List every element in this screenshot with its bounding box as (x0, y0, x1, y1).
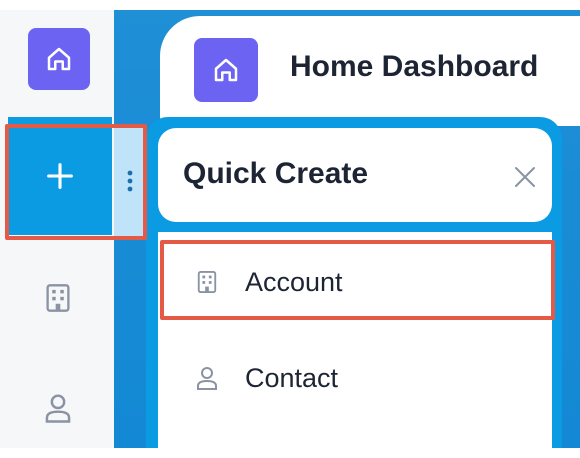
close-icon (515, 167, 535, 187)
dashboard-home-button[interactable] (194, 38, 258, 102)
home-icon (47, 47, 71, 71)
quick-create-item-label: Account (245, 266, 343, 297)
quick-create-item-contact[interactable]: Contact (158, 330, 552, 426)
plus-icon (47, 163, 73, 189)
more-vertical-icon (127, 170, 133, 192)
building-icon (192, 267, 222, 297)
rail-home-button[interactable] (28, 28, 90, 90)
quick-create-item-label: Contact (245, 362, 339, 393)
page-title: Home Dashboard (290, 50, 539, 83)
rail-quick-create-button[interactable] (8, 117, 112, 235)
person-icon (192, 363, 222, 393)
quick-create-item-account[interactable]: Account (158, 234, 552, 330)
building-icon (46, 284, 70, 312)
quick-create-title: Quick Create (183, 157, 369, 190)
rail-accounts-button[interactable] (38, 278, 78, 318)
rail-contacts-button[interactable] (38, 388, 78, 428)
home-icon (214, 58, 238, 82)
rail-more-handle[interactable] (114, 126, 146, 236)
person-icon (45, 394, 71, 423)
quick-create-close-button[interactable] (510, 162, 540, 192)
